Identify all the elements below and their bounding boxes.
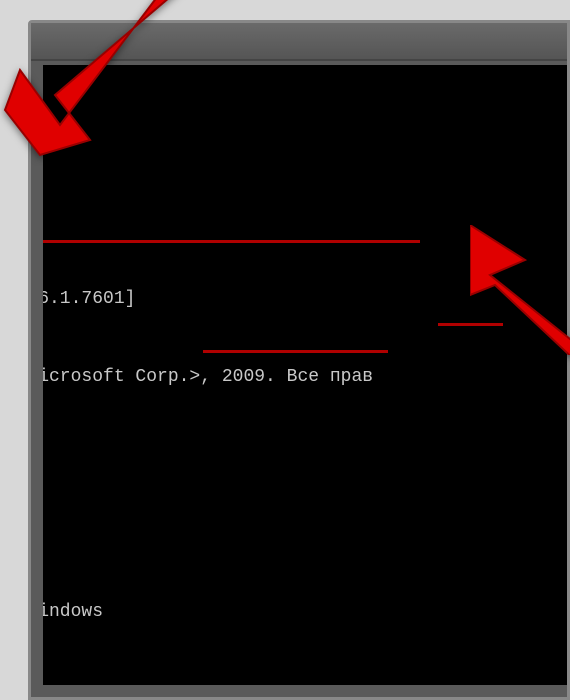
highlight-underline-gateway bbox=[203, 350, 388, 353]
terminal-blank bbox=[43, 521, 519, 547]
terminal-blank bbox=[43, 442, 519, 468]
annotation-arrow-right bbox=[470, 225, 570, 355]
terminal-blank bbox=[43, 677, 519, 685]
terminal-line-copyright: т .icrosoft Corp.>, 2009. Все прав bbox=[43, 364, 519, 390]
annotation-arrow-top bbox=[0, 0, 190, 160]
highlight-underline-adapter bbox=[43, 240, 420, 243]
terminal-line-windows: ля Windows bbox=[43, 599, 519, 625]
terminal-line-version: ion 6.1.7601] bbox=[43, 286, 519, 312]
